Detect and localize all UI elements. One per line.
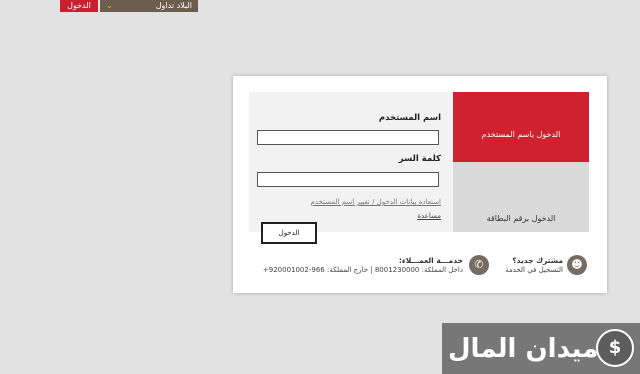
username-field[interactable] (257, 130, 439, 145)
top-login-button[interactable]: الدخول (60, 0, 98, 12)
brand-name: ميدان المال (448, 333, 599, 364)
password-field[interactable] (257, 172, 439, 187)
phone-icon: ✆ (469, 255, 489, 275)
login-submit-button[interactable]: الدخول (261, 222, 317, 244)
user-add-icon[interactable]: ☻ (567, 255, 587, 275)
tab-card-login[interactable]: الدخول برقم البطاقة (453, 162, 589, 232)
login-form: اسم المستخدم كلمة السر استعادة بيانات ال… (249, 92, 453, 232)
chevron-down-icon: ⌄ (106, 1, 113, 10)
customer-service-title: خدمـــة العمـــلاء: (398, 256, 463, 265)
country-dropdown[interactable]: البلاد تداول ⌄ (100, 0, 198, 12)
top-bar: الدخول البلاد تداول ⌄ (60, 0, 198, 12)
password-label: كلمة السر (398, 154, 441, 164)
login-card: الدخول باسم المستخدم الدخول برقم البطاقة… (233, 76, 607, 293)
wallet-logo-icon: $ (596, 329, 634, 367)
login-tabs: الدخول باسم المستخدم الدخول برقم البطاقة (453, 92, 589, 232)
brand-banner: ميدان المال $ (442, 323, 640, 374)
new-user-link[interactable]: التسجيل في الخدمة (505, 266, 563, 274)
tab-username-login[interactable]: الدخول باسم المستخدم (453, 92, 589, 162)
help-link[interactable]: مساعدة (417, 212, 441, 220)
recover-credentials-link[interactable]: استعادة بيانات الدخول / تغيير اسم المستخ… (311, 198, 441, 206)
new-user-title[interactable]: مشترك جديد؟ (512, 256, 563, 265)
country-dropdown-label: البلاد تداول (155, 1, 192, 10)
username-label: اسم المستخدم (378, 113, 441, 123)
customer-service-phones: داخل المملكة: 8001230000 | خارج المملكة:… (262, 266, 463, 274)
